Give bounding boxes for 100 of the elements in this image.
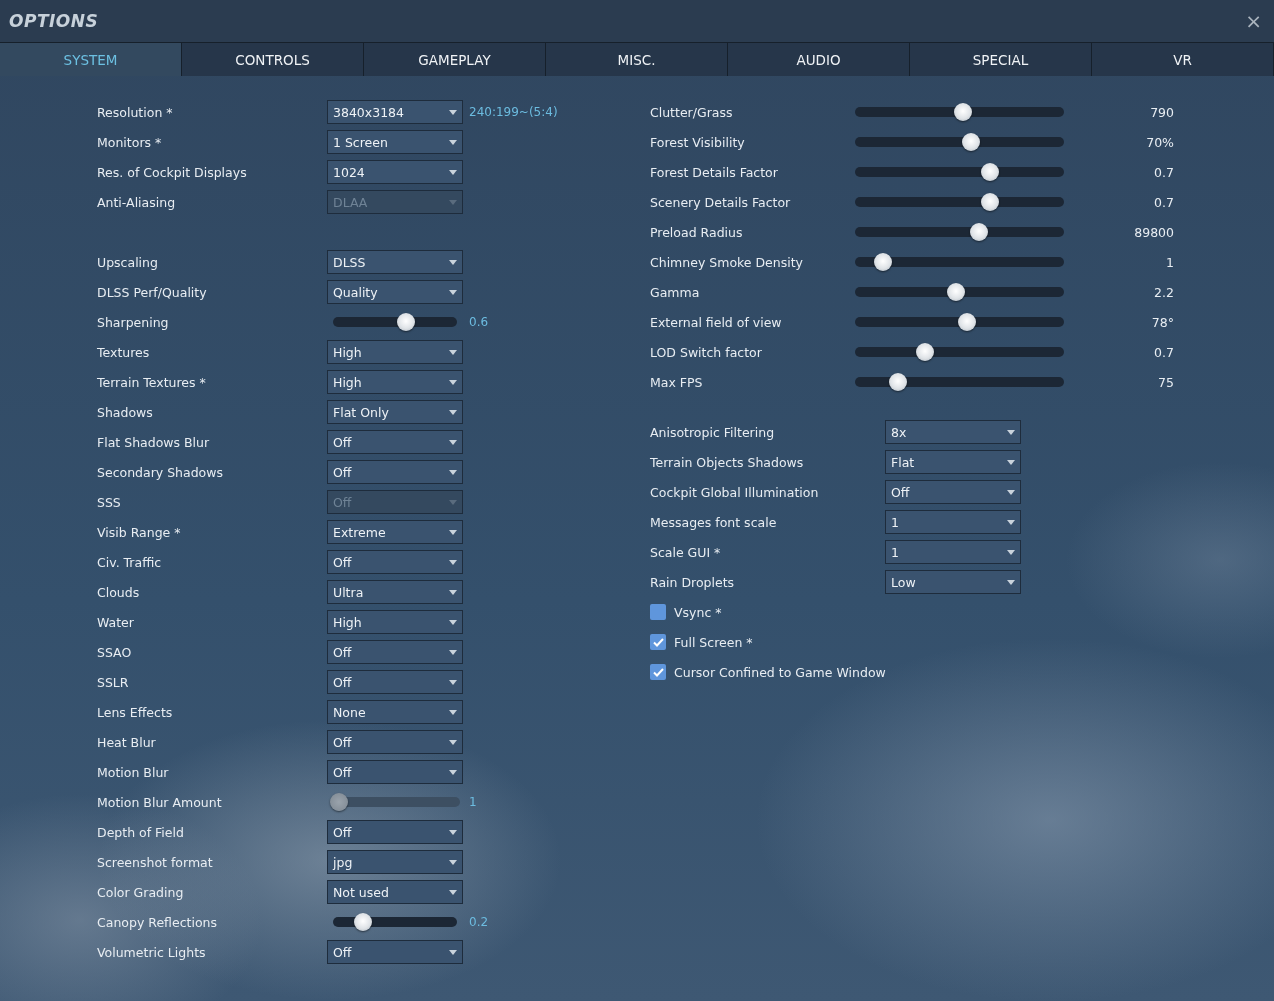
caret-icon xyxy=(449,739,457,745)
slider-thumb[interactable] xyxy=(354,913,373,931)
caret-icon xyxy=(1007,429,1015,435)
slider-track[interactable] xyxy=(330,793,460,811)
slider-track[interactable] xyxy=(333,313,457,331)
setting-label: Forest Details Factor xyxy=(650,164,779,180)
dropdown[interactable]: Off xyxy=(885,480,1021,504)
slider-value: 2.2 xyxy=(1153,284,1174,300)
dropdown[interactable]: Off xyxy=(327,640,463,664)
caret-icon xyxy=(1007,489,1015,495)
slider-thumb[interactable] xyxy=(946,283,965,301)
slider-value: 78° xyxy=(1150,314,1174,330)
caret-icon xyxy=(449,139,457,145)
dropdown[interactable]: Ultra xyxy=(327,580,463,604)
caret-icon xyxy=(449,769,457,775)
dropdown[interactable]: Off xyxy=(327,730,463,754)
dropdown[interactable]: High xyxy=(327,370,463,394)
dropdown[interactable]: Off xyxy=(327,820,463,844)
setting-label: Motion Blur xyxy=(97,764,170,780)
dropdown[interactable]: Off xyxy=(327,550,463,574)
slider-value: 0.7 xyxy=(1153,344,1174,360)
dropdown[interactable]: Off xyxy=(327,670,463,694)
slider-thumb[interactable] xyxy=(958,313,977,331)
dropdown[interactable]: Flat xyxy=(885,450,1021,474)
caret-icon xyxy=(449,439,457,445)
tab[interactable]: GAMEPLAY xyxy=(364,43,546,76)
caret-icon xyxy=(449,709,457,715)
setting-label: Clutter/Grass xyxy=(650,104,734,120)
dropdown[interactable]: Low xyxy=(885,570,1021,594)
slider-value: 75 xyxy=(1157,374,1174,390)
close-button[interactable]: × xyxy=(1245,9,1262,33)
slider-track[interactable] xyxy=(855,343,1064,361)
tab[interactable]: VR xyxy=(1092,43,1274,76)
slider-thumb[interactable] xyxy=(874,253,893,271)
setting-label: Forest Visibility xyxy=(650,134,746,150)
slider-track[interactable] xyxy=(855,373,1064,391)
tab[interactable]: SYSTEM xyxy=(0,43,182,76)
caret-icon xyxy=(449,529,457,535)
checkbox-label: Vsync * xyxy=(674,604,722,620)
setting-label: Heat Blur xyxy=(97,734,157,750)
dropdown[interactable]: jpg xyxy=(327,850,463,874)
dropdown[interactable]: Off xyxy=(327,940,463,964)
caret-icon xyxy=(449,679,457,685)
slider-track[interactable] xyxy=(855,103,1064,121)
slider-thumb[interactable] xyxy=(889,373,908,391)
tab[interactable]: SPECIAL xyxy=(910,43,1092,76)
dropdown[interactable]: 1024 xyxy=(327,160,463,184)
slider-track[interactable] xyxy=(855,283,1064,301)
setting-label: Canopy Reflections xyxy=(97,914,218,930)
caret-icon xyxy=(449,259,457,265)
slider-thumb[interactable] xyxy=(396,313,415,331)
setting-label: Resolution * xyxy=(97,104,174,120)
dropdown[interactable]: Quality xyxy=(327,280,463,304)
dropdown[interactable]: 3840x3184 xyxy=(327,100,463,124)
dropdown[interactable]: High xyxy=(327,610,463,634)
slider-value: 0.6 xyxy=(469,315,489,329)
dropdown[interactable]: 1 Screen xyxy=(327,130,463,154)
slider-track[interactable] xyxy=(855,313,1064,331)
dropdown[interactable]: Off xyxy=(327,760,463,784)
caret-icon xyxy=(449,619,457,625)
dropdown[interactable]: Not used xyxy=(327,880,463,904)
slider-track[interactable] xyxy=(333,913,457,931)
slider-thumb[interactable] xyxy=(916,343,935,361)
checkbox[interactable] xyxy=(650,664,666,680)
tab[interactable]: CONTROLS xyxy=(182,43,364,76)
dropdown[interactable]: Off xyxy=(327,460,463,484)
slider-thumb[interactable] xyxy=(961,133,980,151)
checkbox[interactable] xyxy=(650,604,666,620)
setting-label: Sharpening xyxy=(97,314,170,330)
setting-label: Shadows xyxy=(97,404,154,420)
dropdown[interactable]: DLSS xyxy=(327,250,463,274)
dropdown[interactable]: Flat Only xyxy=(327,400,463,424)
caret-icon xyxy=(449,469,457,475)
slider-track[interactable] xyxy=(855,163,1064,181)
checkbox-label: Cursor Confined to Game Window xyxy=(674,664,886,680)
setting-label: Motion Blur Amount xyxy=(97,794,223,810)
dropdown[interactable]: Off xyxy=(327,430,463,454)
slider-track[interactable] xyxy=(855,223,1064,241)
dropdown[interactable]: High xyxy=(327,340,463,364)
caret-icon xyxy=(449,109,457,115)
slider-track[interactable] xyxy=(855,133,1064,151)
dropdown[interactable]: 8x xyxy=(885,420,1021,444)
tab[interactable]: MISC. xyxy=(546,43,728,76)
tab[interactable]: AUDIO xyxy=(728,43,910,76)
dropdown[interactable]: 1 xyxy=(885,540,1021,564)
caret-icon xyxy=(449,289,457,295)
checkbox[interactable] xyxy=(650,634,666,650)
slider-thumb[interactable] xyxy=(969,223,988,241)
slider-thumb[interactable] xyxy=(981,193,1000,211)
dropdown[interactable]: 1 xyxy=(885,510,1021,534)
slider-track[interactable] xyxy=(855,253,1064,271)
slider-thumb[interactable] xyxy=(954,103,973,121)
dropdown[interactable]: Extreme xyxy=(327,520,463,544)
dropdown[interactable]: None xyxy=(327,700,463,724)
caret-icon xyxy=(449,559,457,565)
slider-thumb[interactable] xyxy=(981,163,1000,181)
slider-track[interactable] xyxy=(855,193,1064,211)
setting-label: Flat Shadows Blur xyxy=(97,434,211,450)
checkmark-icon xyxy=(652,637,664,647)
setting-label: Scenery Details Factor xyxy=(650,194,792,210)
